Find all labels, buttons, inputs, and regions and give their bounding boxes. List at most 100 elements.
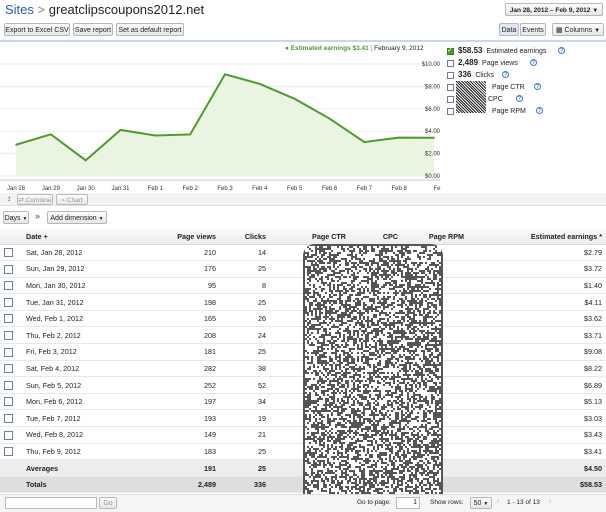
header-page-rpm[interactable]: Page RPM [402, 229, 468, 245]
legend-label: Page views [482, 60, 518, 67]
legend-checkbox-5[interactable] [447, 108, 454, 115]
x-tick-label: Feb 2 [182, 186, 198, 192]
cell-estimated-earnings: $6.89 [468, 376, 606, 394]
cell-estimated-earnings: $5.13 [468, 393, 606, 411]
expand-icon[interactable]: ↕ [7, 194, 11, 203]
date-range-picker[interactable]: Jan 28, 2012 – Feb 9, 2012 ▼ [505, 3, 603, 16]
cell-date: Sat, Feb 4, 2012 [22, 360, 140, 378]
set-default-report-button[interactable]: Set as default report [116, 23, 184, 36]
legend-value: 2,489 [458, 58, 479, 67]
cell-page-views: 252 [140, 376, 220, 394]
x-tick-label: Fe [433, 186, 441, 192]
row-checkbox-cell [0, 443, 22, 461]
legend-checkbox-3[interactable] [447, 84, 454, 91]
help-icon[interactable]: ? [530, 59, 537, 66]
data-point[interactable] [433, 137, 435, 139]
data-point[interactable] [259, 83, 261, 85]
next-page-icon[interactable]: › [549, 498, 551, 505]
help-icon[interactable]: ? [558, 47, 565, 54]
cell-date: Thu, Feb 2, 2012 [22, 326, 140, 345]
data-point[interactable] [154, 134, 157, 137]
site-name: greatclipscoupons2012.net [48, 2, 205, 17]
header-checkbox-cell [0, 229, 22, 245]
export-csv-button[interactable]: Export to Excel CSV [4, 23, 70, 36]
cell-clicks: 25 [220, 260, 270, 278]
row-checkbox[interactable] [4, 297, 13, 307]
row-checkbox[interactable] [4, 347, 13, 357]
row-checkbox[interactable] [4, 364, 13, 374]
cell-page-views: 210 [140, 244, 220, 262]
chart-header-separator: | [370, 45, 373, 52]
legend-checkbox-4[interactable] [447, 96, 454, 103]
cell-date: Sun, Feb 5, 2012 [22, 376, 140, 394]
breadcrumb-sites-link[interactable]: Sites [5, 2, 34, 17]
data-point[interactable] [50, 133, 52, 136]
help-icon[interactable]: ? [502, 71, 509, 78]
summary-label: Averages [22, 459, 140, 477]
cell-page-views: 197 [140, 393, 220, 411]
data-point[interactable] [224, 73, 226, 76]
header-page-views[interactable]: Page views [140, 229, 220, 245]
row-checkbox[interactable] [4, 397, 13, 407]
row-checkbox[interactable] [4, 414, 13, 424]
data-point[interactable] [328, 117, 331, 120]
data-point[interactable] [363, 141, 366, 143]
days-dropdown[interactable]: Days ▼ [3, 211, 29, 224]
cell-estimated-earnings: $4.11 [468, 293, 606, 311]
cell-page-views: 198 [140, 293, 220, 311]
earnings-chart: Jan 28 Jan 29 Jan 30 Jan 31 Feb 1 Feb 2 Feb 3 F… [0, 62, 441, 192]
header-clicks[interactable]: Clicks [220, 229, 270, 245]
x-tick-label: Jan 31 [111, 186, 130, 192]
cell-clicks: 25 [220, 293, 270, 311]
legend-item: 2,489 Page views [458, 58, 518, 67]
row-checkbox[interactable] [4, 447, 13, 457]
columns-label: Columns [564, 27, 593, 34]
header-date[interactable]: Date + [22, 229, 140, 245]
data-point[interactable] [15, 143, 17, 146]
help-icon[interactable]: ? [536, 107, 543, 114]
legend-checkbox-2[interactable] [447, 72, 454, 79]
cell-clicks: 25 [220, 443, 270, 461]
cell-estimated-earnings: $9.08 [468, 343, 606, 361]
cell-page-views: 176 [140, 260, 220, 278]
row-checkbox[interactable] [4, 314, 13, 324]
legend-value: 336 [458, 70, 472, 79]
header-estimated-earnings[interactable]: Estimated earnings * [468, 229, 606, 245]
filter-input[interactable] [5, 497, 97, 509]
tab-data[interactable]: Data [499, 23, 519, 36]
cell-date: Tue, Feb 7, 2012 [22, 409, 140, 428]
go-button[interactable]: Go [99, 497, 117, 509]
date-range-label: Jan 28, 2012 – Feb 9, 2012 [509, 7, 591, 14]
save-report-button[interactable]: Save report [73, 23, 113, 36]
rows-per-page-select[interactable]: 50 ▼ [470, 497, 492, 509]
tab-events[interactable]: Events [520, 23, 546, 36]
help-icon[interactable]: ? [534, 83, 541, 90]
chart-series-label: Estimated earnings $3.41 [290, 45, 369, 52]
row-checkbox[interactable] [4, 430, 13, 440]
data-point[interactable] [398, 136, 400, 139]
row-checkbox-cell [0, 426, 22, 444]
legend-checkbox-1[interactable] [447, 60, 454, 67]
header-cpc[interactable]: CPC [350, 229, 402, 245]
combine-button[interactable]: ⇄ Combine [17, 194, 53, 205]
columns-button[interactable]: ▦ Columns ▼ [552, 23, 604, 36]
chart-toggle-button[interactable]: ⌁ Chart [56, 194, 88, 205]
cell-estimated-earnings: $3.71 [468, 326, 606, 345]
row-checkbox[interactable] [4, 264, 13, 274]
help-icon[interactable]: ? [516, 95, 523, 102]
legend-label: Page RPM [492, 108, 526, 115]
page-number-input[interactable]: 1 [396, 497, 420, 509]
data-point[interactable] [119, 129, 122, 131]
data-point[interactable] [84, 159, 87, 162]
cell-date: Wed, Feb 1, 2012 [22, 310, 140, 328]
data-point[interactable] [189, 133, 191, 136]
row-checkbox[interactable] [4, 331, 13, 341]
row-checkbox[interactable] [4, 248, 13, 258]
first-page-icon[interactable]: ‹ [497, 498, 499, 505]
chart-date-label: February 9, 2012 [374, 45, 424, 52]
data-point[interactable] [293, 98, 296, 100]
header-page-ctr[interactable]: Page CTR [270, 229, 350, 245]
row-checkbox[interactable] [4, 380, 13, 390]
add-dimension-dropdown[interactable]: Add dimension ▼ [47, 211, 107, 224]
row-checkbox[interactable] [4, 281, 13, 291]
